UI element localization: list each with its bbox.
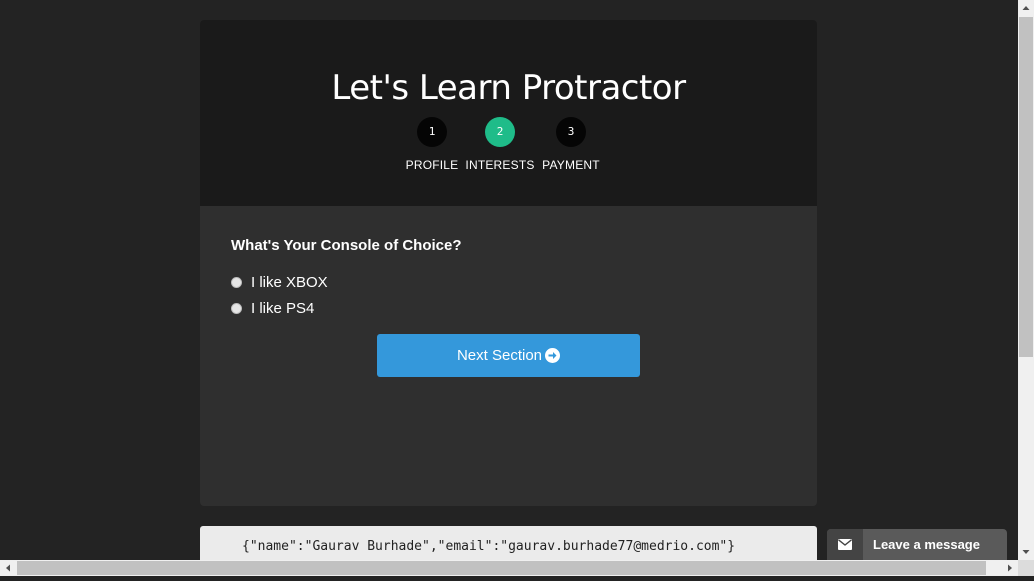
scroll-left-icon[interactable] (0, 560, 16, 576)
step-number: 1 (417, 117, 447, 147)
json-output-text: {"name":"Gaurav Burhade","email":"gaurav… (242, 539, 736, 554)
step-label: PAYMENT (542, 158, 600, 172)
envelope-icon (827, 529, 863, 560)
question-label: What's Your Console of Choice? (231, 237, 462, 254)
option-ps4[interactable]: I like PS4 (231, 300, 314, 317)
step-payment: 3 PAYMENT (521, 117, 621, 172)
horizontal-scroll-thumb[interactable] (17, 561, 986, 575)
next-button-label: Next Section (456, 347, 543, 364)
leave-message-widget[interactable]: Leave a message (827, 529, 1007, 560)
next-section-button[interactable]: Next Section (377, 334, 640, 377)
arrow-circle-right-icon (545, 348, 561, 363)
step-number: 3 (556, 117, 586, 147)
option-label: I like PS4 (251, 300, 315, 317)
vertical-scroll-thumb[interactable] (1019, 17, 1033, 357)
scroll-down-icon[interactable] (1018, 544, 1034, 560)
chat-label: Leave a message (873, 537, 980, 552)
option-label: I like XBOX (251, 274, 328, 291)
scrollbar-corner (1018, 560, 1034, 576)
json-output-panel: {"name":"Gaurav Burhade","email":"gaurav… (200, 526, 817, 560)
step-number: 2 (485, 117, 515, 147)
vertical-scrollbar[interactable] (1018, 0, 1034, 560)
ps4-radio[interactable] (231, 303, 242, 314)
page-viewport: Let's Learn Protractor 1 PROFILE 2 INTER… (0, 0, 1018, 560)
option-xbox[interactable]: I like XBOX (231, 274, 328, 291)
horizontal-scrollbar[interactable] (0, 560, 1018, 576)
xbox-radio[interactable] (231, 277, 242, 288)
scroll-right-icon[interactable] (1002, 560, 1018, 576)
form-card: Let's Learn Protractor 1 PROFILE 2 INTER… (200, 20, 817, 506)
scroll-up-icon[interactable] (1018, 0, 1034, 16)
page-title: Let's Learn Protractor (331, 68, 686, 108)
progress-steps: 1 PROFILE 2 INTERESTS 3 PAYMENT (200, 117, 817, 177)
form-header: Let's Learn Protractor 1 PROFILE 2 INTER… (200, 20, 817, 206)
